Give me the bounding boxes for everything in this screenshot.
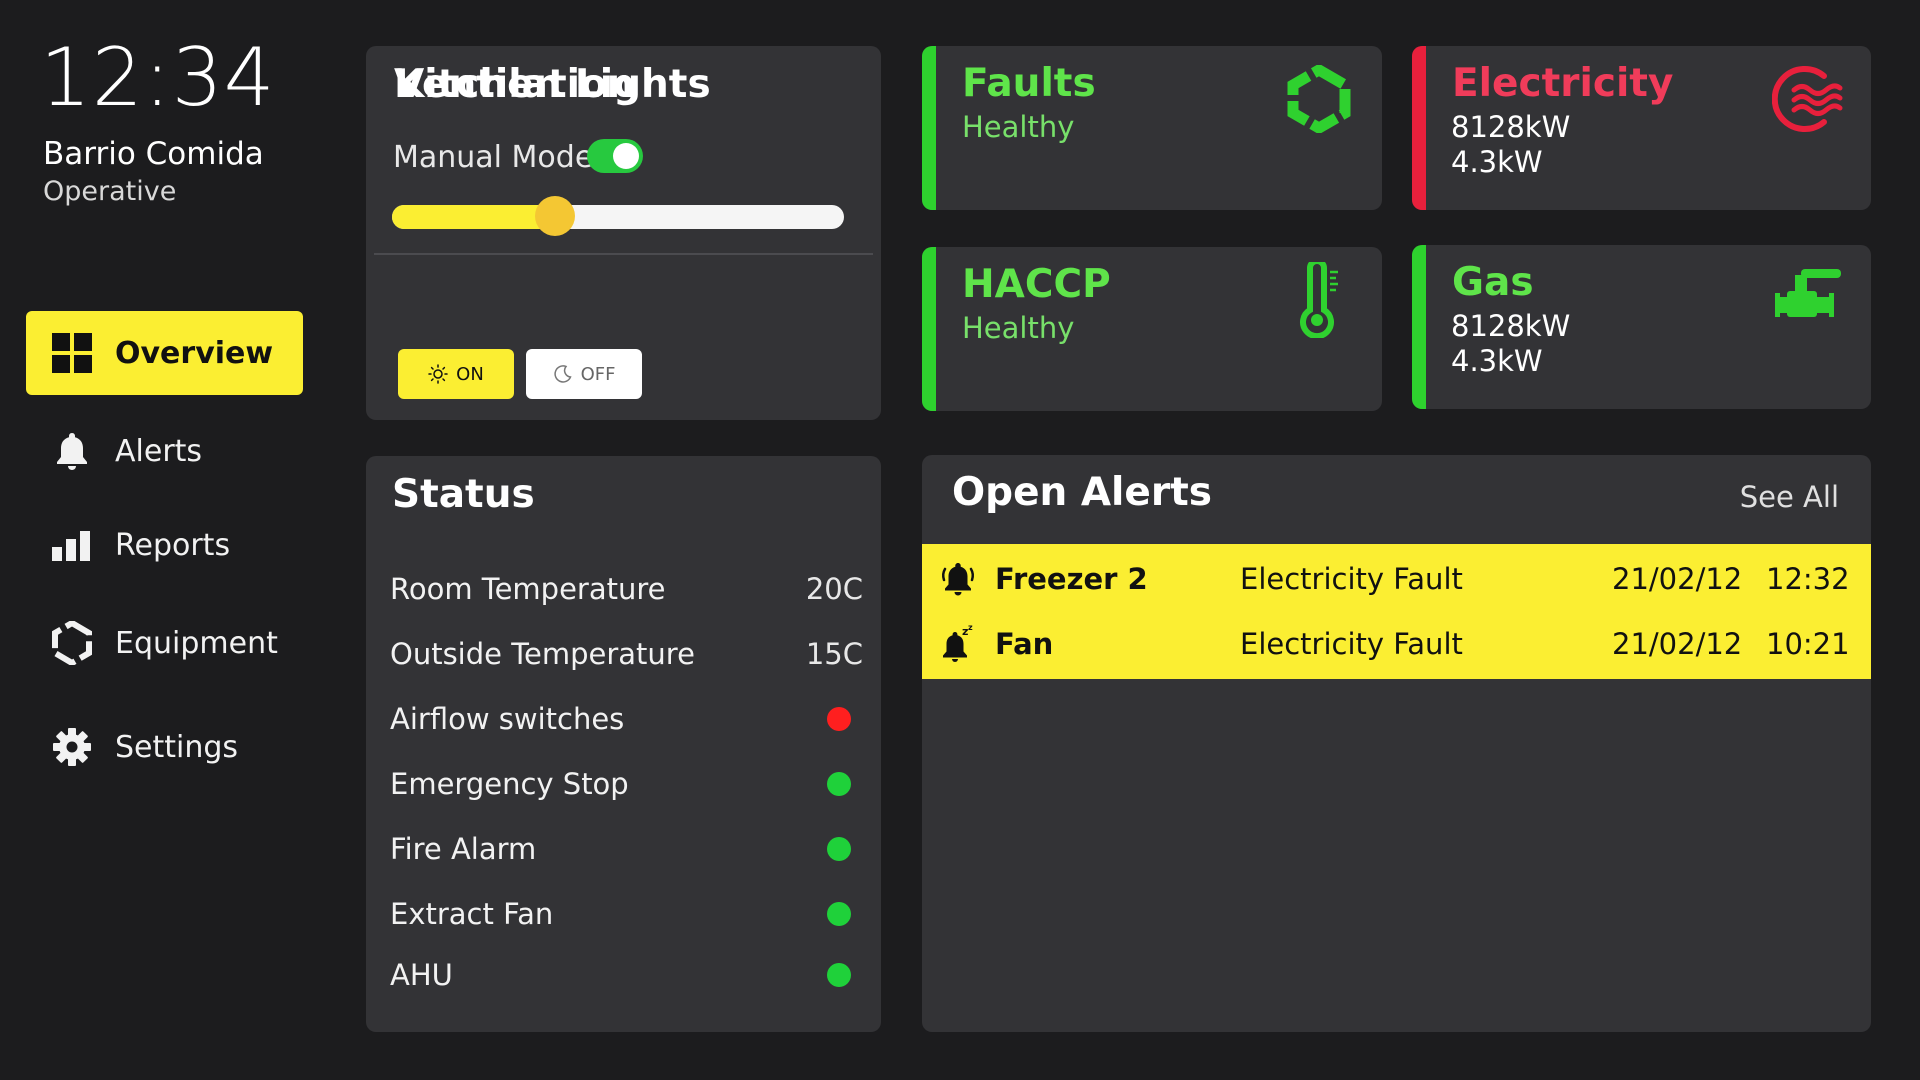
status-label: Room Temperature [390,572,666,606]
status-card: Status Room Temperature 20C Outside Temp… [366,456,881,1032]
status-row-emergency-stop: Emergency Stop [390,759,863,809]
status-indicator-green [827,837,851,861]
status-row-airflow-switches: Airflow switches [390,694,863,744]
status-title: Status [392,472,535,517]
sidebar-nav: Overview Alerts Reports Equipment Settin… [26,311,303,789]
sidebar-item-overview[interactable]: Overview [26,311,303,395]
alert-row[interactable]: zz Fan Electricity Fault 21/02/12 10:21 [922,615,1871,673]
bar-chart-icon [51,524,93,566]
status-label: Fire Alarm [390,832,537,866]
sun-icon [428,364,448,384]
hexagon-fault-icon [1282,62,1356,136]
alert-time: 12:32 [1766,562,1850,596]
clock: 12:34 [40,31,276,124]
alert-time: 10:21 [1766,627,1850,661]
sidebar-item-reports[interactable]: Reports [26,503,303,587]
status-label: Airflow switches [390,702,625,736]
status-row-ahu: AHU [390,950,863,1000]
status-bar [922,46,936,210]
status-label: Outside Temperature [390,637,695,671]
site-status: Operative [43,176,177,207]
status-label: Emergency Stop [390,767,629,801]
overview-grid-icon [51,332,93,374]
sidebar-item-label: Settings [115,729,239,765]
status-label: AHU [390,958,453,992]
electricity-waves-icon [1771,62,1845,136]
divider [374,253,873,255]
status-value: 20C [805,572,863,606]
status-row-outside-temperature: Outside Temperature 15C [390,629,863,679]
status-indicator-red [827,707,851,731]
sidebar-item-equipment[interactable]: Equipment [26,601,303,685]
bell-snooze-icon: zz [938,624,978,664]
status-label: Extract Fan [390,897,554,931]
gas-value-2: 4.3kW [1451,344,1543,378]
alert-date: 21/02/12 [1612,562,1743,596]
faults-tile[interactable]: Faults Healthy [922,46,1382,210]
gas-valve-icon [1771,261,1845,335]
status-bar [922,247,936,411]
alert-list: Freezer 2 Electricity Fault 21/02/12 12:… [922,544,1871,679]
status-bar [1412,46,1426,210]
alert-name: Fan [995,627,1054,661]
lights-off-label: OFF [580,363,616,385]
bell-icon [51,430,93,472]
faults-title: Faults [962,61,1096,106]
ventilation-card: Ventilation Manual Mode Kitchen Lights O… [366,46,881,420]
gas-value-1: 8128kW [1451,309,1571,343]
gear-icon [51,726,93,768]
see-all-link[interactable]: See All [1740,480,1839,514]
manual-mode-toggle[interactable] [587,139,643,173]
electricity-title: Electricity [1452,61,1674,106]
ventilation-slider-fill [392,205,555,229]
status-bar [1412,245,1426,409]
equipment-hexagon-icon [51,621,93,665]
open-alerts-card: Open Alerts See All Freezer 2 Electricit… [922,455,1871,1032]
sidebar-item-label: Overview [115,335,274,371]
lights-on-button[interactable]: ON [398,349,514,399]
gas-tile[interactable]: Gas 8128kW 4.3kW [1412,245,1871,409]
electricity-tile[interactable]: Electricity 8128kW 4.3kW [1412,46,1871,210]
status-row-room-temperature: Room Temperature 20C [390,564,863,614]
haccp-title: HACCP [962,262,1111,307]
manual-mode-label: Manual Mode [393,140,594,175]
haccp-tile[interactable]: HACCP Healthy [922,247,1382,411]
alert-type: Electricity Fault [1240,562,1463,596]
alert-name: Freezer 2 [995,562,1148,596]
lights-off-button[interactable]: OFF [526,349,642,399]
alert-row[interactable]: Freezer 2 Electricity Fault 21/02/12 12:… [922,550,1871,608]
status-row-fire-alarm: Fire Alarm [390,824,863,874]
kitchen-lights-title: Kitchen Lights [394,62,711,107]
svg-text:z: z [968,624,973,632]
sidebar-item-settings[interactable]: Settings [26,705,303,789]
alert-type: Electricity Fault [1240,627,1463,661]
faults-status: Healthy [962,110,1075,144]
sidebar-item-label: Alerts [115,433,203,469]
thermometer-icon [1282,262,1356,338]
status-value: 15C [805,637,863,671]
sidebar-item-label: Reports [115,527,231,563]
status-row-extract-fan: Extract Fan [390,889,863,939]
electricity-value-1: 8128kW [1451,110,1571,144]
lights-on-label: ON [456,363,484,385]
open-alerts-title: Open Alerts [952,470,1212,515]
alert-date: 21/02/12 [1612,627,1743,661]
electricity-value-2: 4.3kW [1451,145,1543,179]
status-indicator-green [827,963,851,987]
status-indicator-green [827,902,851,926]
site-name: Barrio Comida [43,136,264,172]
gas-title: Gas [1452,260,1534,305]
sidebar-item-label: Equipment [115,625,278,661]
status-indicator-green [827,772,851,796]
bell-ringing-icon [938,559,978,599]
haccp-status: Healthy [962,311,1075,345]
ventilation-slider[interactable] [392,196,844,236]
moon-icon [553,365,572,383]
ventilation-slider-thumb[interactable] [534,196,575,236]
sidebar-item-alerts[interactable]: Alerts [26,409,303,493]
